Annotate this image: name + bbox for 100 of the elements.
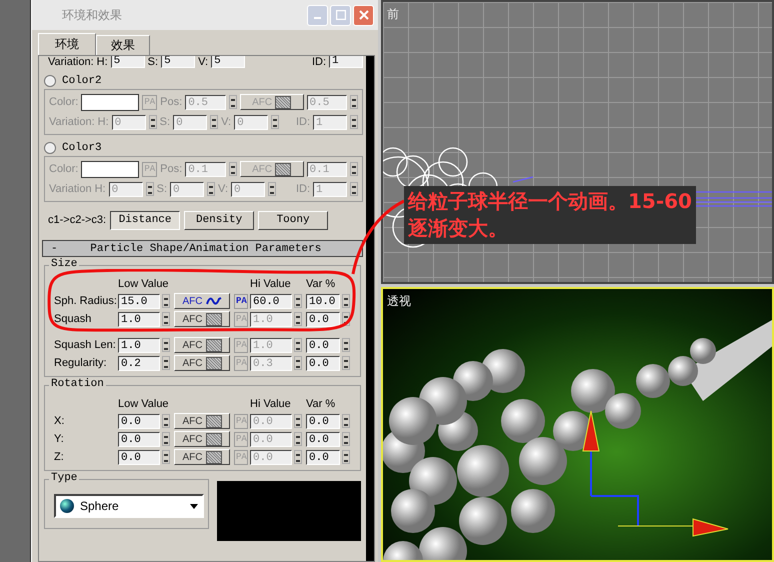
input-field[interactable]: 5	[211, 56, 246, 68]
input-field[interactable]: 1	[329, 56, 363, 68]
viewport[interactable]: 透视	[381, 287, 774, 562]
field-label: Pos:	[160, 163, 182, 175]
column-header: Low Value	[118, 277, 169, 292]
field-label: V:	[221, 116, 232, 128]
spinner-icon[interactable]	[294, 450, 302, 464]
spinner-icon[interactable]	[294, 338, 302, 352]
afc-button[interactable]: AFC	[174, 449, 230, 465]
field-label: Variation:	[48, 56, 94, 68]
field-label: Pos:	[160, 96, 182, 108]
input-field[interactable]: 0.0	[118, 432, 160, 446]
spinner-icon[interactable]	[162, 450, 170, 464]
field-label: Color:	[49, 96, 78, 108]
field-label: S:	[148, 56, 158, 68]
input-field[interactable]: 0.0	[306, 414, 340, 428]
afc-button[interactable]: AFC	[174, 293, 230, 309]
field-label: H:	[94, 183, 106, 195]
input-field[interactable]: 0.0	[306, 432, 340, 446]
field-label: ID:	[312, 56, 326, 68]
spinner-icon[interactable]	[294, 312, 302, 326]
spinner-icon[interactable]	[294, 356, 302, 370]
type-dropdown[interactable]: Sphere	[54, 494, 204, 518]
input-field[interactable]: 0.0	[306, 356, 340, 370]
field-label: H:	[98, 116, 109, 128]
field-label: Squash	[54, 313, 92, 325]
input-field[interactable]: 15.0	[118, 294, 160, 308]
wave-icon	[206, 295, 222, 307]
field-label: V:	[198, 56, 208, 68]
field-label: S:	[160, 116, 170, 128]
input-field[interactable]: 0.0	[306, 338, 340, 352]
field-label: H:	[96, 56, 108, 68]
spinner-icon[interactable]	[294, 294, 302, 308]
afc-button[interactable]: AFC	[174, 355, 230, 371]
spinner-icon[interactable]	[162, 356, 170, 370]
field-label: S:	[156, 183, 168, 195]
afc-button[interactable]: AFC	[174, 337, 230, 353]
field-label: Variation	[49, 183, 92, 195]
field-label: Squash Len:	[54, 339, 116, 351]
input-field[interactable]: 0.0	[118, 414, 160, 428]
spinner-icon[interactable]	[294, 432, 302, 446]
field-label: ID:	[296, 183, 310, 195]
tab[interactable]: 效果	[96, 35, 150, 55]
spinner-icon[interactable]	[342, 414, 350, 428]
sphere-icon	[60, 499, 74, 513]
input-field[interactable]: 1.0	[118, 312, 160, 326]
field-label: V:	[218, 183, 228, 195]
field-label: Z:	[54, 451, 65, 463]
close-button[interactable]	[353, 4, 374, 26]
tab[interactable]: 环境	[38, 33, 96, 55]
input-field[interactable]: 0.0	[306, 312, 340, 326]
spinner-icon[interactable]	[342, 338, 350, 352]
viewport-label: 前	[387, 6, 399, 23]
afc-button[interactable]: AFC	[174, 413, 230, 429]
rollout-title: Particle Shape/Animation Parameters	[90, 242, 322, 254]
field-label: Regularity:	[54, 357, 108, 369]
field-label: ID:	[296, 116, 310, 128]
field-label: Variation:	[49, 116, 95, 128]
maximize-icon	[336, 10, 346, 20]
spinner-icon[interactable]	[342, 432, 350, 446]
field-label: X:	[54, 415, 66, 427]
input-field[interactable]: 5	[110, 56, 145, 68]
spinner-icon[interactable]	[162, 294, 170, 308]
afc-button[interactable]: AFC	[174, 311, 230, 327]
radio-label: Color3	[62, 142, 102, 154]
input-field[interactable]: 0.0	[118, 450, 160, 464]
column-header: Hi Value	[250, 397, 292, 412]
group-title: Type	[49, 472, 80, 484]
spinner-icon[interactable]	[162, 432, 170, 446]
close-icon	[358, 10, 368, 20]
spinner-icon[interactable]	[294, 414, 302, 428]
afc-button[interactable]: AFC	[174, 431, 230, 447]
collapse-toggle[interactable]: -	[51, 242, 58, 254]
spinner-icon[interactable]	[162, 312, 170, 326]
scrollbar[interactable]	[366, 56, 374, 561]
column-header: Hi Value	[250, 277, 292, 292]
input-field[interactable]: 10.0	[306, 294, 340, 308]
input-field[interactable]: 0.2	[118, 356, 160, 370]
field-label: Y:	[54, 433, 65, 445]
mode-button[interactable]: Density	[184, 210, 254, 230]
input-field[interactable]: 5	[161, 56, 196, 68]
spinner-icon[interactable]	[162, 338, 170, 352]
pa-button[interactable]: PA	[234, 294, 248, 308]
spinner-icon[interactable]	[342, 294, 350, 308]
spinner-icon[interactable]	[342, 356, 350, 370]
input-field[interactable]: 1.0	[118, 338, 160, 352]
input-field[interactable]: 60.0	[250, 294, 292, 308]
mode-button[interactable]: Distance	[110, 210, 180, 230]
input-field[interactable]: 0.0	[306, 450, 340, 464]
mode-button[interactable]: Toony	[258, 210, 328, 230]
viewport-label: 透视	[387, 293, 411, 310]
caret-icon	[190, 504, 198, 508]
minimize-icon	[314, 17, 321, 19]
spinner-icon[interactable]	[342, 450, 350, 464]
column-header: Var %	[306, 277, 336, 292]
rollout-header[interactable]: - Particle Shape/Animation Parameters	[42, 240, 363, 257]
field-label: Sph. Radius:	[54, 295, 116, 307]
field-label: c1->c2->c3:	[48, 214, 106, 226]
radio-label: Color2	[62, 74, 102, 86]
spinner-icon[interactable]	[162, 414, 170, 428]
